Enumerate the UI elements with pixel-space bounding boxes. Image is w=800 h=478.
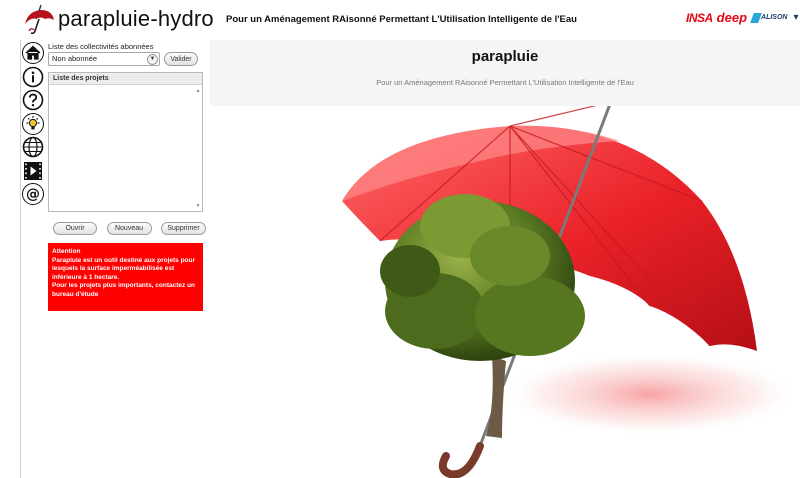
globe-icon — [22, 136, 44, 158]
svg-text:@: @ — [26, 187, 40, 203]
idea-button[interactable] — [22, 112, 44, 135]
warning-title: Attention — [52, 248, 81, 255]
idea-icon — [22, 112, 44, 135]
page-edge — [20, 40, 21, 478]
projects-list-header: Liste des projets — [49, 73, 202, 85]
hero-header: parapluie Pour un Aménagement RAisonné P… — [210, 40, 800, 106]
projects-list[interactable]: Liste des projets ▲ ▼ — [48, 72, 203, 212]
home-icon — [22, 42, 44, 64]
help-button[interactable] — [22, 89, 44, 111]
umbrella-logo-icon — [25, 4, 54, 35]
help-icon — [22, 89, 44, 111]
more-icon[interactable]: ▾ — [793, 12, 798, 23]
alison-mark-icon — [750, 12, 762, 23]
scroll-up-icon[interactable]: ▲ — [195, 88, 201, 94]
app-name: parapluie-hydro — [58, 6, 214, 31]
header-tagline: Pour un Aménagement RAisonné Permettant … — [226, 14, 577, 25]
main-content: parapluie Pour un Aménagement RAisonné P… — [210, 40, 800, 478]
map-button[interactable] — [22, 136, 44, 158]
video-button[interactable] — [22, 160, 44, 182]
insa-logo[interactable]: INSA — [686, 11, 713, 25]
top-bar: parapluie-hydro Pour un Aménagement RAis… — [0, 0, 800, 40]
page-title: parapluie — [471, 48, 539, 65]
umbrella-tree-illustration — [342, 106, 800, 478]
info-icon — [22, 66, 44, 87]
home-button[interactable] — [22, 42, 44, 64]
deep-logo[interactable]: deep — [717, 10, 747, 25]
app-logo[interactable]: parapluie-hydro — [22, 2, 214, 36]
collectivity-select[interactable]: Non abonnée — [48, 52, 160, 66]
validate-button[interactable]: Valider — [164, 52, 198, 66]
projects-scrollbar[interactable]: ▲ ▼ — [195, 86, 201, 211]
partner-logos: INSA deep ALISON ▾ — [686, 10, 799, 25]
new-button[interactable]: Nouveau — [106, 222, 152, 235]
icon-sidebar: @ — [22, 42, 46, 207]
info-button[interactable] — [22, 66, 44, 88]
page-subtitle: Pour un Aménagement RAisonné Permettant … — [376, 78, 634, 87]
contact-icon: @ — [22, 183, 44, 205]
warning-text: Parapluie est un outil destiné aux proje… — [52, 256, 196, 281]
warning-contact-text: Pour les projets plus importants, contac… — [52, 282, 196, 298]
open-button[interactable]: Ouvrir — [53, 222, 97, 235]
delete-button[interactable]: Supprimer — [161, 222, 206, 235]
contact-button[interactable]: @ — [22, 183, 44, 205]
warning-box: Attention Parapluie est un outil destiné… — [48, 243, 203, 311]
chevron-down-icon[interactable]: ▼ — [147, 53, 158, 65]
video-icon — [24, 161, 42, 180]
alison-logo[interactable]: ALISON — [750, 12, 787, 23]
subscriptions-label: Liste des collectivités abonnées — [48, 42, 154, 51]
project-panel: Liste des collectivités abonnées Non abo… — [48, 42, 208, 311]
scroll-down-icon[interactable]: ▼ — [195, 203, 201, 209]
